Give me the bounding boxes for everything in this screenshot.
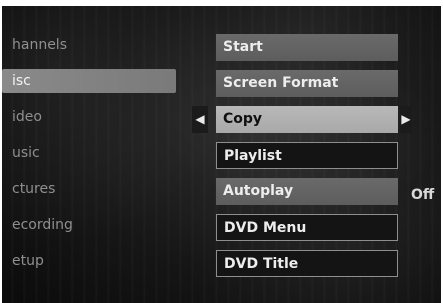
menu-item-label: Autoplay bbox=[223, 183, 294, 199]
menu-item-label: Playlist bbox=[224, 148, 282, 164]
menu-item-start[interactable]: Start bbox=[216, 34, 398, 61]
left-menu-item-music[interactable]: usic bbox=[2, 141, 176, 165]
tv-frame: hannels isc ideo usic ctures ecording et… bbox=[2, 6, 441, 303]
autoplay-value: Off bbox=[411, 187, 435, 203]
left-menu-label: isc bbox=[12, 73, 31, 89]
left-menu-item-video[interactable]: ideo bbox=[2, 105, 176, 129]
left-menu-label: ecording bbox=[12, 217, 73, 233]
right-arrow-glyph: ▶ bbox=[401, 112, 411, 126]
menu-item-label: Start bbox=[223, 39, 263, 55]
menu-item-playlist[interactable]: Playlist bbox=[216, 142, 398, 169]
menu-item-label: DVD Title bbox=[224, 256, 299, 272]
left-menu-label: usic bbox=[12, 145, 40, 161]
left-menu-label: ctures bbox=[12, 181, 56, 197]
tv-screen-capture: hannels isc ideo usic ctures ecording et… bbox=[0, 0, 443, 303]
left-menu-item-disc[interactable]: isc bbox=[2, 69, 176, 93]
menu-item-label: Screen Format bbox=[223, 75, 339, 91]
left-arrow-glyph: ◀ bbox=[195, 112, 205, 126]
left-menu-label: ideo bbox=[12, 109, 42, 125]
left-menu-item-channels[interactable]: hannels bbox=[2, 33, 176, 57]
menu-item-screen-format[interactable]: Screen Format bbox=[216, 70, 398, 97]
menu-item-autoplay[interactable]: Autoplay bbox=[216, 178, 398, 205]
menu-item-label: Copy bbox=[223, 111, 263, 127]
menu-item-copy[interactable]: Copy ◀ ▶ bbox=[192, 106, 412, 133]
left-menu-item-setup[interactable]: etup bbox=[2, 249, 176, 273]
left-arrow-icon[interactable]: ◀ bbox=[192, 106, 208, 133]
menu-item-dvd-title[interactable]: DVD Title bbox=[216, 250, 398, 277]
left-menu-label: hannels bbox=[12, 37, 67, 53]
right-arrow-icon[interactable]: ▶ bbox=[400, 106, 412, 133]
menu-item-label: DVD Menu bbox=[224, 220, 307, 236]
menu-item-dvd-menu[interactable]: DVD Menu bbox=[216, 214, 398, 241]
left-menu-label: etup bbox=[12, 253, 44, 269]
left-menu-item-recording[interactable]: ecording bbox=[2, 213, 176, 237]
left-menu-item-pictures[interactable]: ctures bbox=[2, 177, 176, 201]
